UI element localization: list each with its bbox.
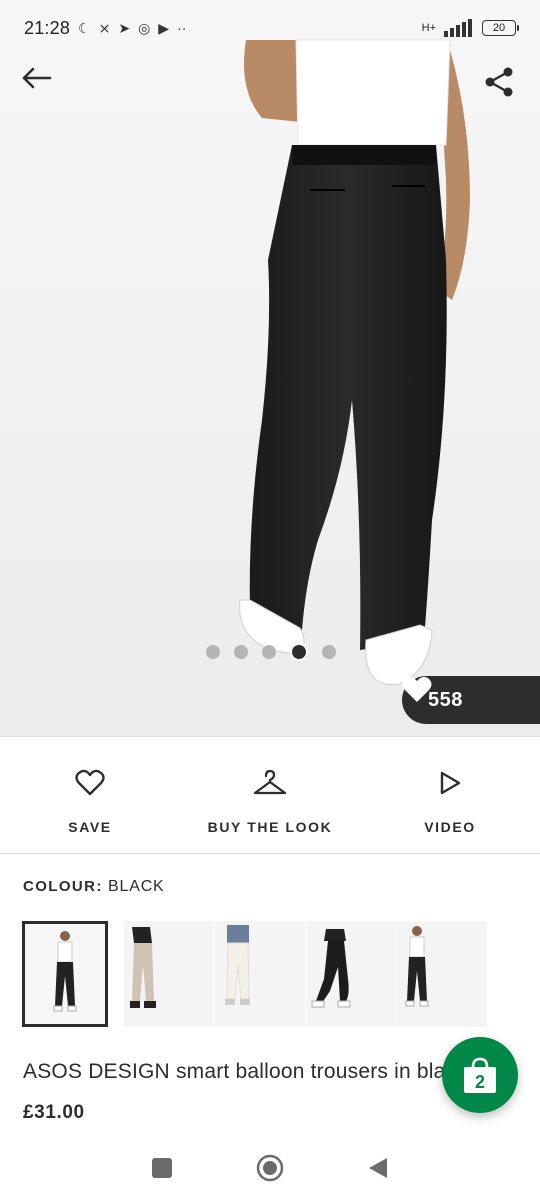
status-time: 21:28: [24, 17, 71, 38]
colour-label: COLOUR:: [23, 878, 103, 895]
buy-the-look-button[interactable]: BUY THE LOOK: [180, 737, 360, 853]
back-button[interactable]: [20, 66, 60, 106]
page-dot[interactable]: [206, 645, 220, 659]
colour-value: BLACK: [108, 878, 165, 895]
image-pagination: [206, 643, 336, 661]
circle-home-icon: [256, 1154, 284, 1181]
thumbnail-image: [405, 926, 429, 1007]
video-label: VIDEO: [424, 819, 476, 835]
page-dot-active[interactable]: [290, 643, 308, 661]
buy-the-look-label: BUY THE LOOK: [207, 819, 333, 835]
status-bar: 21:28 ☾ ⨯ ➤ ◎ ▶ ·· H+ 20: [0, 0, 540, 56]
heart-filled-icon: [402, 676, 432, 702]
product-price: £31.00: [23, 1102, 85, 1123]
page-dot[interactable]: [234, 645, 248, 659]
save-label: SAVE: [68, 819, 112, 835]
page-dot[interactable]: [262, 645, 276, 659]
system-nav-bar: [0, 1140, 540, 1200]
signal-icon: [444, 19, 472, 37]
likes-badge[interactable]: 558: [402, 676, 540, 724]
product-title: ASOS DESIGN smart balloon trousers in bl…: [23, 1060, 463, 1083]
save-button[interactable]: SAVE: [0, 737, 180, 853]
thumbnail[interactable]: [397, 921, 487, 1027]
triangle-back-icon: [369, 1157, 387, 1178]
arrow-left-icon: [22, 67, 52, 89]
battery-level: 20: [492, 22, 506, 34]
home-button[interactable]: [255, 1153, 285, 1188]
share-button[interactable]: [484, 66, 524, 106]
gallery-thumbnails: [22, 921, 488, 1027]
network-type: H+: [421, 22, 436, 34]
play-outline-icon: [440, 771, 461, 795]
thumbnail-image: [311, 929, 351, 1008]
likes-count: 558: [428, 688, 463, 711]
thumbnail-image: [225, 925, 250, 1005]
thumbnail-selected[interactable]: [22, 921, 108, 1027]
moon-icon: ☾: [78, 19, 91, 36]
video-button[interactable]: VIDEO: [360, 737, 540, 853]
shopping-bag-icon: 2: [464, 1057, 496, 1093]
thumbnail[interactable]: [306, 921, 396, 1027]
back-nav-button[interactable]: [367, 1156, 389, 1185]
product-image[interactable]: 558: [0, 0, 540, 736]
recents-button[interactable]: [151, 1157, 173, 1184]
hanger-icon: [253, 769, 287, 795]
share-icon: [485, 67, 513, 97]
telegram-icon: ➤: [118, 19, 131, 36]
instagram-icon: ◎: [138, 19, 151, 36]
thumbnail-image: [53, 931, 77, 1012]
product-photo: [0, 0, 540, 736]
heart-outline-icon: [75, 769, 105, 796]
page-dot[interactable]: [322, 645, 336, 659]
thumbnail-image: [130, 927, 156, 1008]
colour-selector: COLOUR: BLACK: [23, 878, 165, 896]
product-actions: SAVE BUY THE LOOK VIDEO: [0, 737, 540, 853]
more-icon: ··: [177, 20, 187, 36]
bag-count: 2: [475, 1072, 485, 1092]
square-icon: [152, 1157, 172, 1178]
divider: [0, 853, 540, 854]
mute-icon: ⨯: [98, 19, 111, 36]
thumbnail[interactable]: [215, 921, 305, 1027]
thumbnail[interactable]: [124, 921, 214, 1027]
play-store-icon: ▶: [158, 19, 170, 36]
bag-button[interactable]: 2: [442, 1037, 518, 1113]
battery-icon: 20: [482, 20, 519, 36]
